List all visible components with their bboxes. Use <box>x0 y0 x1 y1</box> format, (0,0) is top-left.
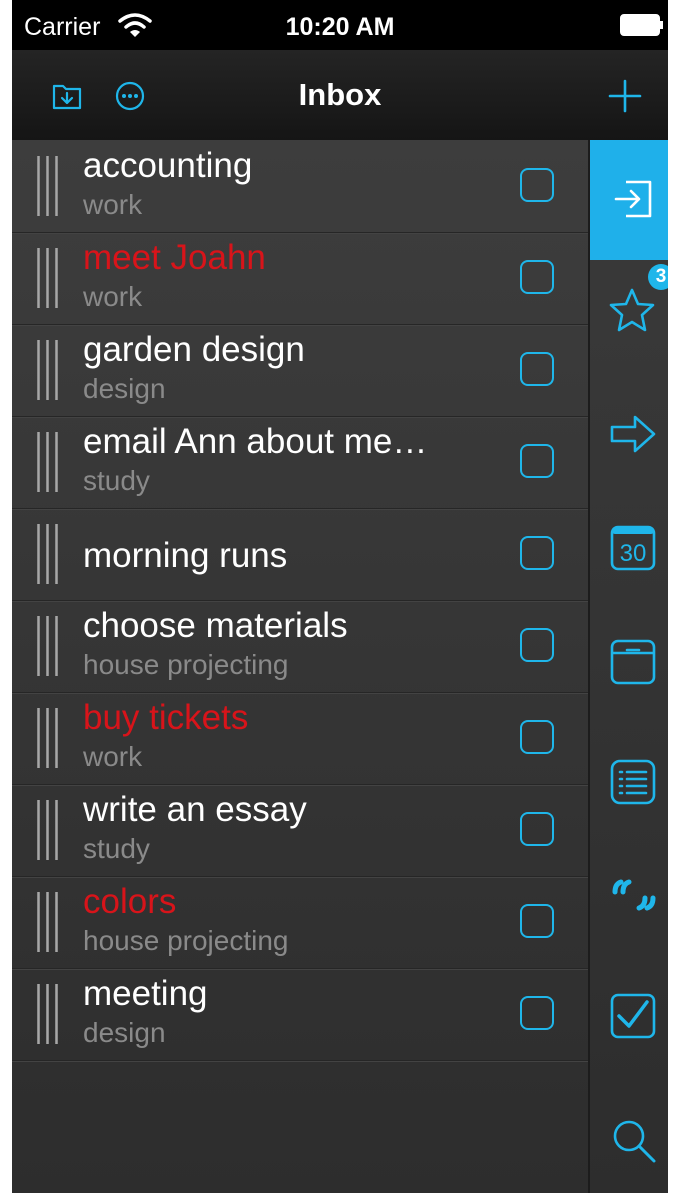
drag-handle-icon[interactable] <box>37 800 63 860</box>
task-list: accounting work meet Joahn work garden desig… <box>12 140 588 1193</box>
checkbox-checked-icon <box>610 993 656 1039</box>
task-checkbox[interactable] <box>520 168 554 202</box>
sidebar-item-archive[interactable] <box>590 622 668 742</box>
task-category: work <box>83 281 143 312</box>
drag-handle-icon[interactable] <box>37 432 63 492</box>
sidebar-item-notes[interactable] <box>590 862 668 982</box>
task-row[interactable]: email Ann about me… study <box>12 416 588 509</box>
status-bar: Carrier 10:20 AM <box>12 0 668 50</box>
task-category: work <box>83 741 143 772</box>
task-checkbox[interactable] <box>520 444 554 478</box>
drag-handle-icon[interactable] <box>37 524 63 584</box>
starred-count-badge: 3 <box>648 264 668 290</box>
sidebar-item-search[interactable] <box>590 1102 668 1193</box>
sidebar: 3 30 <box>588 140 668 1193</box>
drag-handle-icon[interactable] <box>37 156 63 216</box>
task-row[interactable]: morning runs <box>12 508 588 601</box>
task-category: house projecting <box>83 649 289 680</box>
task-row[interactable]: choose materials house projecting <box>12 600 588 693</box>
task-checkbox[interactable] <box>520 904 554 938</box>
arrow-right-icon <box>610 415 656 453</box>
list-icon <box>610 759 656 805</box>
drag-handle-icon[interactable] <box>37 616 63 676</box>
drag-handle-icon[interactable] <box>37 892 63 952</box>
task-category: design <box>83 1017 166 1048</box>
drag-handle-icon[interactable] <box>37 248 63 308</box>
task-checkbox[interactable] <box>520 996 554 1030</box>
task-row[interactable]: accounting work <box>12 140 588 233</box>
task-title: garden design <box>83 330 305 369</box>
sidebar-item-completed[interactable] <box>590 982 668 1102</box>
star-icon <box>609 288 655 332</box>
inbox-icon <box>614 180 652 218</box>
task-checkbox[interactable] <box>520 720 554 754</box>
battery-icon <box>620 14 663 36</box>
phone-screen: Carrier 10:20 AM Inbox accounting work mee <box>12 0 668 1193</box>
task-row[interactable]: garden design design <box>12 324 588 417</box>
task-title: colors <box>83 882 177 921</box>
drag-handle-icon[interactable] <box>37 984 63 1044</box>
task-category: study <box>83 833 150 864</box>
page-title: Inbox <box>298 77 382 112</box>
task-title: accounting <box>83 146 253 185</box>
task-row[interactable]: colors house projecting <box>12 876 588 969</box>
task-checkbox[interactable] <box>520 628 554 662</box>
sidebar-item-next[interactable] <box>590 370 668 462</box>
task-checkbox[interactable] <box>520 260 554 294</box>
task-title: meeting <box>83 974 208 1013</box>
task-row[interactable]: meeting design <box>12 968 588 1061</box>
task-title: buy tickets <box>83 698 249 737</box>
drag-handle-icon[interactable] <box>37 340 63 400</box>
task-title: meet Joahn <box>83 238 266 277</box>
navigation-bar: Inbox <box>12 50 668 140</box>
task-checkbox[interactable] <box>520 352 554 386</box>
task-category: study <box>83 465 150 496</box>
sidebar-item-calendar[interactable]: 30 <box>590 502 668 622</box>
sidebar-item-starred[interactable]: 3 <box>590 260 668 370</box>
plus-icon[interactable] <box>608 79 642 113</box>
archive-box-icon <box>610 639 656 685</box>
task-title: morning runs <box>83 536 288 575</box>
task-title: choose materials <box>83 606 348 645</box>
search-icon <box>613 1120 656 1163</box>
task-checkbox[interactable] <box>520 536 554 570</box>
task-category: house projecting <box>83 925 289 956</box>
drag-handle-icon[interactable] <box>37 708 63 768</box>
status-time: 10:20 AM <box>285 13 395 41</box>
sidebar-item-lists[interactable] <box>590 742 668 862</box>
task-category: work <box>83 189 143 220</box>
task-title: write an essay <box>83 790 307 829</box>
quote-icon <box>612 879 656 911</box>
task-row[interactable]: buy tickets work <box>12 692 588 785</box>
task-row[interactable]: meet Joahn work <box>12 232 588 325</box>
sidebar-item-inbox[interactable] <box>590 140 668 260</box>
task-title: email Ann about me… <box>83 422 428 461</box>
calendar-date-label: 30 <box>619 540 647 567</box>
task-checkbox[interactable] <box>520 812 554 846</box>
task-category: design <box>83 373 166 404</box>
task-row[interactable]: write an essay study <box>12 784 588 877</box>
